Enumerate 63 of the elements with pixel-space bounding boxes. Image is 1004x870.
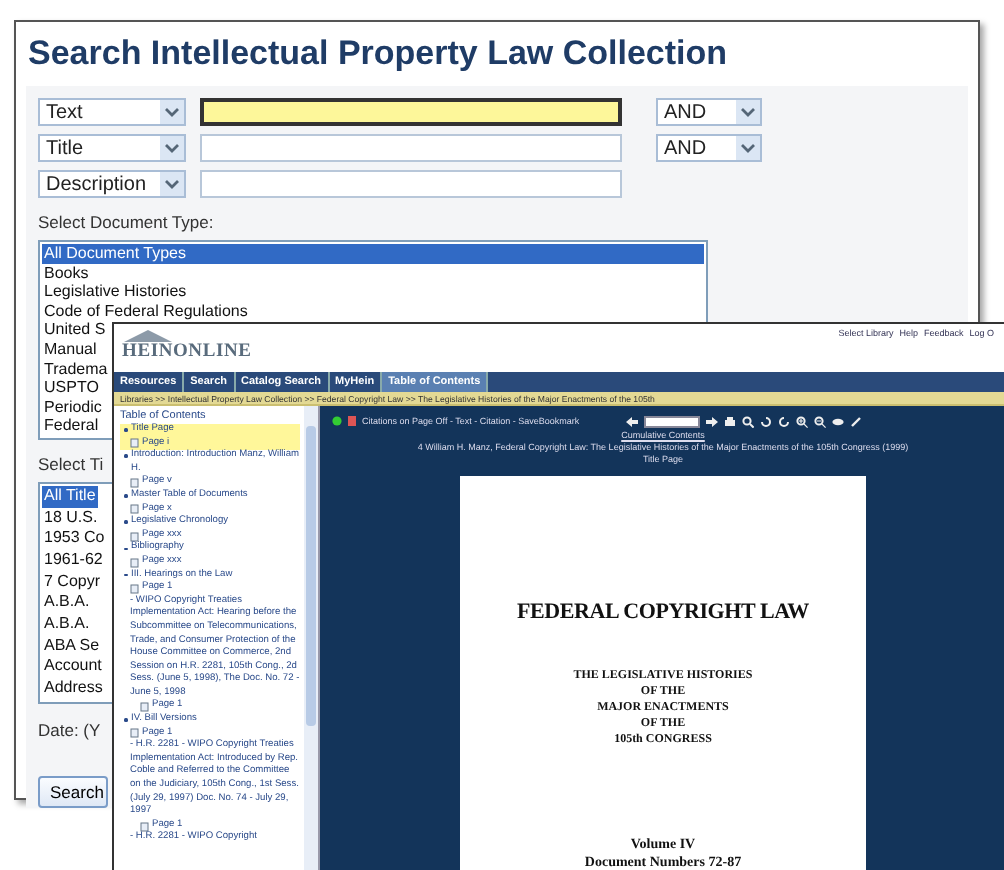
- list-item[interactable]: A.B.A.: [42, 592, 92, 615]
- caret-icon: [736, 100, 760, 124]
- scrollbar[interactable]: [304, 406, 318, 870]
- field-label: Date: (Y: [38, 719, 101, 740]
- caret-icon: [160, 136, 184, 160]
- document-title: FEDERAL COPYRIGHT LAW: [517, 600, 809, 624]
- toc-section[interactable]: [120, 714, 300, 846]
- page-icon: [130, 557, 140, 568]
- page-icon: [130, 728, 140, 739]
- page-icon: [130, 504, 140, 515]
- document-icon: [348, 416, 356, 426]
- list-item[interactable]: All Title: [42, 485, 98, 508]
- roof-icon: [122, 328, 174, 344]
- window-title: Search Intellectual Property Law Collection: [28, 34, 730, 74]
- list-item[interactable]: Books: [42, 263, 91, 283]
- field-dropdown[interactable]: Text: [38, 98, 186, 126]
- caret-icon: [736, 136, 760, 160]
- field-label: Select Ti: [38, 453, 104, 474]
- logo-text: HEINONLINE: [122, 344, 252, 362]
- page-field[interactable]: [643, 415, 700, 427]
- operator-dropdown[interactable]: AND: [656, 98, 762, 126]
- caret-icon: [160, 100, 184, 124]
- operator-dropdown[interactable]: AND: [656, 134, 762, 162]
- list-item[interactable]: 1961-62: [42, 550, 105, 572]
- list-item[interactable]: Address: [42, 678, 105, 700]
- page-icon: [130, 478, 140, 489]
- rotate-left-icon[interactable]: [759, 415, 772, 427]
- page-icon: [140, 702, 150, 713]
- page-icon: [140, 821, 150, 832]
- forward-arrow-icon[interactable]: [705, 415, 718, 427]
- list-item[interactable]: USPTO: [42, 378, 101, 398]
- pencil-icon[interactable]: [849, 415, 862, 427]
- status-dot-icon: [332, 416, 342, 426]
- list-item[interactable]: Account: [42, 656, 104, 679]
- back-arrow-icon[interactable]: [625, 415, 638, 427]
- list-item[interactable]: 18 U.S.: [42, 507, 100, 529]
- rotate-right-icon[interactable]: [777, 415, 790, 427]
- list-item[interactable]: ABA Se: [42, 635, 102, 657]
- field-dropdown[interactable]: Title: [38, 134, 186, 162]
- page-icon: [130, 438, 140, 449]
- list-item[interactable]: A.B.A.: [42, 614, 92, 636]
- page-icon: [130, 531, 140, 542]
- search-input[interactable]: [200, 98, 622, 126]
- zoom-icon[interactable]: [741, 415, 754, 427]
- page-icon: [130, 583, 140, 594]
- list-item[interactable]: Legislative Histories: [42, 282, 189, 302]
- list-item[interactable]: Code of Federal Regulations: [42, 301, 250, 321]
- list-item[interactable]: United S: [42, 320, 108, 340]
- field-dropdown[interactable]: Description: [38, 170, 186, 198]
- list-item[interactable]: Periodic: [42, 397, 104, 417]
- eye-icon[interactable]: [831, 415, 844, 427]
- list-item[interactable]: All Document Types: [42, 244, 704, 264]
- caret-icon: [160, 172, 184, 196]
- list-item[interactable]: Manual: [42, 339, 99, 360]
- list-item[interactable]: 1953 Co: [42, 528, 107, 550]
- search-button[interactable]: Search: [38, 775, 108, 808]
- list-item[interactable]: Tradema: [42, 359, 110, 379]
- list-item[interactable]: 7 Copyr: [42, 571, 103, 593]
- print-icon[interactable]: [723, 415, 736, 427]
- list-item[interactable]: Federal: [42, 416, 101, 436]
- field-label: Select Document Type:: [38, 212, 214, 232]
- zoom-out-icon[interactable]: [813, 415, 826, 427]
- zoom-in-icon[interactable]: [795, 415, 808, 427]
